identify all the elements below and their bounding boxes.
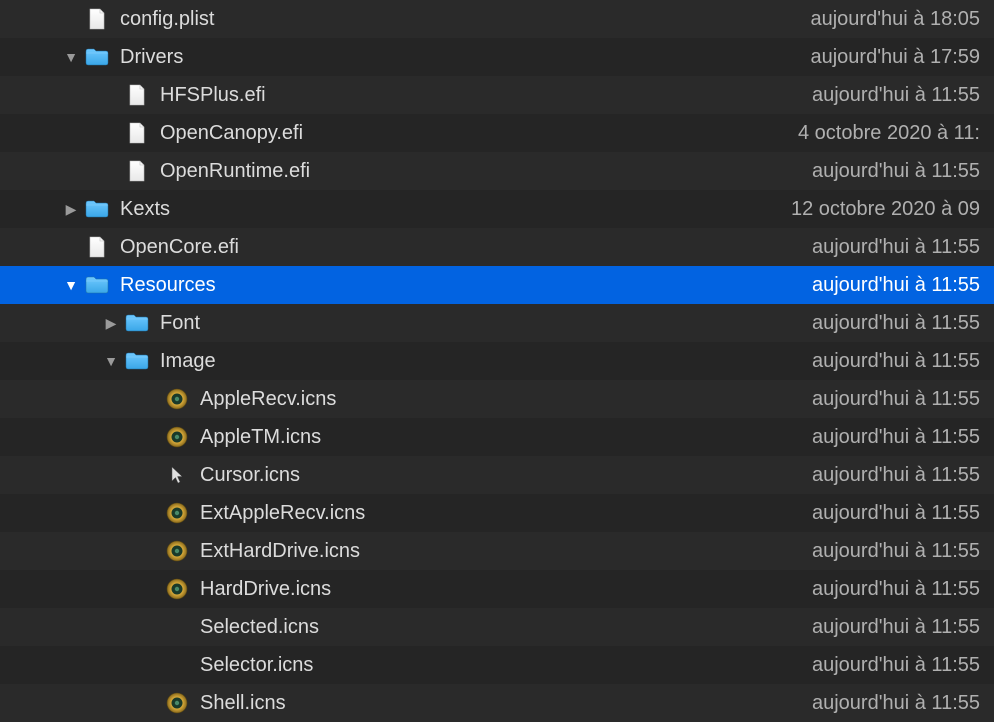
- file-name: HFSPlus.efi: [160, 84, 802, 107]
- file-name: HardDrive.icns: [200, 578, 802, 601]
- file-name: OpenRuntime.efi: [160, 160, 802, 183]
- file-row[interactable]: ▼Selected.icnsaujourd'hui à 11:55: [0, 608, 994, 646]
- file-row[interactable]: ▼HardDrive.icnsaujourd'hui à 11:55: [0, 570, 994, 608]
- file-icon: [124, 160, 150, 182]
- icns-icon: [164, 388, 190, 410]
- file-date: aujourd'hui à 11:55: [812, 274, 980, 297]
- file-row[interactable]: ▼config.plistaujourd'hui à 18:05: [0, 0, 994, 38]
- file-name: Resources: [120, 274, 802, 297]
- file-row[interactable]: ▼ExtHardDrive.icnsaujourd'hui à 11:55: [0, 532, 994, 570]
- file-name: Drivers: [120, 46, 800, 69]
- file-row[interactable]: ▼AppleRecv.icnsaujourd'hui à 11:55: [0, 380, 994, 418]
- file-date: aujourd'hui à 11:55: [812, 236, 980, 259]
- file-name: ExtAppleRecv.icns: [200, 502, 802, 525]
- folder-icon: [84, 48, 110, 66]
- file-name: Font: [160, 312, 802, 335]
- file-date: aujourd'hui à 11:55: [812, 160, 980, 183]
- file-row[interactable]: ▼HFSPlus.efiaujourd'hui à 11:55: [0, 76, 994, 114]
- folder-icon: [84, 200, 110, 218]
- icns-icon: [164, 426, 190, 448]
- file-date: 4 octobre 2020 à 11:: [798, 122, 980, 145]
- chevron-down-icon[interactable]: ▼: [104, 353, 118, 369]
- folder-icon: [84, 276, 110, 294]
- chevron-right-icon[interactable]: ▶: [104, 315, 118, 332]
- file-icon: [84, 8, 110, 30]
- file-row[interactable]: ▼OpenRuntime.efiaujourd'hui à 11:55: [0, 152, 994, 190]
- file-date: aujourd'hui à 11:55: [812, 502, 980, 525]
- chevron-down-icon[interactable]: ▼: [64, 277, 78, 293]
- file-date: aujourd'hui à 18:05: [810, 8, 980, 31]
- file-row[interactable]: ▼AppleTM.icnsaujourd'hui à 11:55: [0, 418, 994, 456]
- file-date: 12 octobre 2020 à 09: [791, 198, 980, 221]
- file-date: aujourd'hui à 11:55: [812, 692, 980, 715]
- folder-icon: [124, 352, 150, 370]
- cursor-icon: [164, 464, 190, 486]
- file-row[interactable]: ▼ExtAppleRecv.icnsaujourd'hui à 11:55: [0, 494, 994, 532]
- file-date: aujourd'hui à 11:55: [812, 426, 980, 449]
- file-icon: [124, 122, 150, 144]
- file-row[interactable]: ▼ Drivers aujourd'hui à 17:59: [0, 38, 994, 76]
- file-date: aujourd'hui à 17:59: [810, 46, 980, 69]
- file-date: aujourd'hui à 11:55: [812, 312, 980, 335]
- file-row[interactable]: ▼Cursor.icnsaujourd'hui à 11:55: [0, 456, 994, 494]
- file-name: Image: [160, 350, 802, 373]
- icns-icon: [164, 502, 190, 524]
- icns-icon: [164, 692, 190, 714]
- file-date: aujourd'hui à 11:55: [812, 654, 980, 677]
- file-row[interactable]: ▼OpenCore.efiaujourd'hui à 11:55: [0, 228, 994, 266]
- file-date: aujourd'hui à 11:55: [812, 464, 980, 487]
- file-name: Cursor.icns: [200, 464, 802, 487]
- file-date: aujourd'hui à 11:55: [812, 350, 980, 373]
- file-listing: ▼ config.plist aujourd'hui à 18:05 ▼ Drivers…: [0, 0, 994, 722]
- file-row[interactable]: ▶ Font aujourd'hui à 11:55: [0, 304, 994, 342]
- file-date: aujourd'hui à 11:55: [812, 84, 980, 107]
- file-row[interactable]: ▼ Resources aujourd'hui à 11:55: [0, 266, 994, 304]
- chevron-down-icon[interactable]: ▼: [64, 49, 78, 65]
- file-name: Shell.icns: [200, 692, 802, 715]
- file-icon: [124, 84, 150, 106]
- file-date: aujourd'hui à 11:55: [812, 578, 980, 601]
- file-name: Selected.icns: [200, 616, 802, 639]
- file-name: ExtHardDrive.icns: [200, 540, 802, 563]
- file-name: AppleTM.icns: [200, 426, 802, 449]
- icns-icon: [164, 578, 190, 600]
- file-date: aujourd'hui à 11:55: [812, 540, 980, 563]
- file-name: Selector.icns: [200, 654, 802, 677]
- file-date: aujourd'hui à 11:55: [812, 616, 980, 639]
- file-name: OpenCore.efi: [120, 236, 802, 259]
- file-name: Kexts: [120, 198, 781, 221]
- folder-icon: [124, 314, 150, 332]
- icns-icon: [164, 540, 190, 562]
- file-row[interactable]: ▼Shell.icnsaujourd'hui à 11:55: [0, 684, 994, 722]
- file-name: OpenCanopy.efi: [160, 122, 788, 145]
- file-icon: [84, 236, 110, 258]
- file-date: aujourd'hui à 11:55: [812, 388, 980, 411]
- file-row[interactable]: ▶ Kexts 12 octobre 2020 à 09: [0, 190, 994, 228]
- file-row[interactable]: ▼Selector.icnsaujourd'hui à 11:55: [0, 646, 994, 684]
- file-row[interactable]: ▼OpenCanopy.efi4 octobre 2020 à 11:: [0, 114, 994, 152]
- chevron-right-icon[interactable]: ▶: [64, 201, 78, 218]
- file-name: config.plist: [120, 8, 800, 31]
- file-row[interactable]: ▼ Image aujourd'hui à 11:55: [0, 342, 994, 380]
- file-name: AppleRecv.icns: [200, 388, 802, 411]
